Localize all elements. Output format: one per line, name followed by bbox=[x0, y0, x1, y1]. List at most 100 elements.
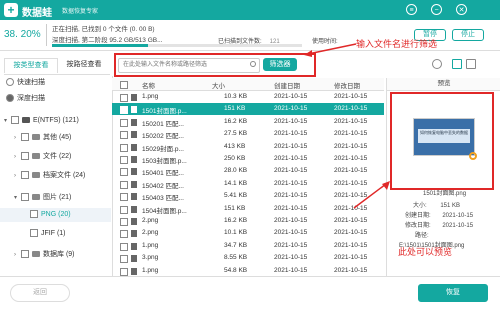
row-checkbox[interactable] bbox=[120, 94, 128, 102]
app-subtitle: 数据恢复专家 bbox=[62, 9, 99, 15]
file-icon bbox=[131, 94, 137, 101]
table-row[interactable]: 1.png 54.8 KB 2021-10-15 2021-10-15 bbox=[112, 265, 384, 277]
row-checkbox[interactable] bbox=[120, 168, 128, 177]
stop-button[interactable]: 停止 bbox=[452, 29, 484, 41]
tab-by-path[interactable]: 按路径查看 bbox=[58, 58, 110, 72]
expand-icon[interactable]: ▾ bbox=[14, 191, 21, 205]
row-checkbox[interactable] bbox=[120, 156, 128, 164]
app-logo-icon: + bbox=[4, 3, 18, 17]
table-row[interactable]: 150202 匹配... 27.5 KB 2021-10-15 2021-10-15 bbox=[112, 128, 384, 140]
minimize-icon[interactable]: − bbox=[431, 4, 442, 15]
preview-path-label: 路径: bbox=[415, 233, 429, 239]
row-checkbox[interactable] bbox=[120, 106, 128, 115]
table-row[interactable]: 2.png 16.2 KB 2021-10-15 2021-10-15 bbox=[112, 215, 384, 227]
folder-icon bbox=[32, 172, 40, 179]
tree-item-deep-scan[interactable]: 深度扫描 bbox=[6, 92, 45, 106]
column-created[interactable]: 创建日期 bbox=[274, 80, 300, 90]
row-checkbox[interactable] bbox=[120, 205, 128, 214]
close-icon[interactable]: ✕ bbox=[456, 4, 467, 15]
row-checkbox[interactable] bbox=[120, 230, 128, 239]
select-all-checkbox[interactable] bbox=[120, 81, 128, 89]
table-row[interactable]: 15029封面.p... 413 KB 2021-10-15 2021-10-15 bbox=[112, 141, 384, 153]
row-checkbox[interactable] bbox=[120, 143, 128, 152]
checkbox[interactable] bbox=[11, 116, 19, 125]
table-row[interactable]: 1504封面图.p... 151 KB 2021-10-15 2021-10-15 bbox=[112, 203, 384, 215]
tree-item-images[interactable]: ▾ 图片 (21) bbox=[14, 191, 71, 205]
table-row[interactable]: 1.png 10.3 KB 2021-10-15 2021-10-15 bbox=[112, 91, 384, 103]
checkbox[interactable] bbox=[30, 210, 38, 219]
back-button[interactable]: 返回 bbox=[10, 284, 70, 302]
table-row[interactable]: 1.png 34.7 KB 2021-10-15 2021-10-15 bbox=[112, 240, 384, 252]
table-row[interactable]: 150402 匹配... 14.1 KB 2021-10-15 2021-10-15 bbox=[112, 178, 384, 190]
tree-item-png[interactable]: PNG (20) bbox=[0, 208, 111, 222]
row-checkbox[interactable] bbox=[120, 255, 128, 264]
eye-icon[interactable] bbox=[432, 59, 442, 69]
row-created: 2021-10-15 bbox=[274, 117, 308, 125]
grid-view-icon[interactable] bbox=[452, 59, 462, 69]
expand-icon[interactable]: › bbox=[14, 169, 21, 183]
recover-button[interactable]: 恢复 bbox=[418, 284, 488, 302]
list-view-icon[interactable] bbox=[466, 59, 476, 69]
table-row[interactable]: 1501封面图.p... 151 KB 2021-10-15 2021-10-15 bbox=[112, 103, 384, 116]
tree-item-documents[interactable]: › 文件 (22) bbox=[14, 150, 71, 164]
table-row[interactable]: 150401 匹配... 28.0 KB 2021-10-15 2021-10-15 bbox=[112, 165, 384, 177]
table-row[interactable]: 150403 匹配... 5.41 KB 2021-10-15 2021-10-15 bbox=[112, 190, 384, 202]
tree-item-quick-scan[interactable]: 快速扫描 bbox=[6, 76, 45, 90]
checkbox[interactable] bbox=[21, 193, 29, 202]
tree-item-drive[interactable]: ▾ E(NTFS) (121) bbox=[4, 114, 79, 128]
found-label: 已扫描到文件数: bbox=[218, 39, 262, 45]
row-modified: 2021-10-15 bbox=[334, 167, 368, 175]
preview-title: 预览 bbox=[387, 78, 500, 91]
checkbox[interactable] bbox=[21, 152, 29, 161]
table-row[interactable]: 150201 匹配... 16.2 KB 2021-10-15 2021-10-15 bbox=[112, 116, 384, 128]
table-row[interactable]: 1503封面图.p... 250 KB 2021-10-15 2021-10-15 bbox=[112, 153, 384, 165]
tree-label: 档案文件 (24) bbox=[43, 172, 86, 179]
row-checkbox[interactable] bbox=[120, 180, 128, 189]
expand-icon[interactable]: › bbox=[14, 150, 21, 164]
found-number: 121 bbox=[269, 39, 280, 45]
checkbox[interactable] bbox=[30, 229, 38, 238]
tree-item-jfif[interactable]: JFIF (1) bbox=[30, 227, 66, 241]
modified-value: 2021-10-15 bbox=[442, 223, 474, 229]
tree-label: JFIF (1) bbox=[41, 230, 66, 237]
tab-by-type[interactable]: 按类型查看 bbox=[4, 58, 58, 73]
column-modified[interactable]: 修改日期 bbox=[334, 80, 360, 90]
menu-icon[interactable]: ≡ bbox=[406, 4, 417, 15]
tree-item-archives[interactable]: › 档案文件 (24) bbox=[14, 169, 85, 183]
row-checkbox[interactable] bbox=[120, 118, 128, 127]
row-name: 2.png bbox=[142, 217, 159, 224]
row-checkbox[interactable] bbox=[120, 193, 128, 202]
row-modified: 2021-10-15 bbox=[334, 117, 368, 125]
column-name[interactable]: 名称 bbox=[142, 80, 155, 90]
row-size: 14.1 KB bbox=[224, 179, 248, 187]
size-value: 151 KB bbox=[440, 203, 461, 209]
tree-item-database[interactable]: › 数据库 (9) bbox=[14, 248, 75, 262]
table-row[interactable]: 2.png 10.1 KB 2021-10-15 2021-10-15 bbox=[112, 227, 384, 239]
file-icon bbox=[131, 193, 137, 201]
row-name: 150402 匹配... bbox=[142, 182, 184, 190]
row-size: 27.5 KB bbox=[224, 130, 248, 138]
category-tree: 快速扫描 深度扫描 ▾ E(NTFS) (121) › 其他 (45) › 文件 (2… bbox=[0, 76, 113, 286]
checkbox[interactable] bbox=[21, 250, 29, 259]
table-row[interactable]: 3.png 8.55 KB 2021-10-15 2021-10-15 bbox=[112, 252, 384, 264]
row-checkbox[interactable] bbox=[120, 267, 128, 276]
checkbox[interactable] bbox=[21, 171, 29, 180]
row-checkbox[interactable] bbox=[120, 131, 128, 140]
expand-icon[interactable]: › bbox=[14, 248, 21, 262]
file-icon bbox=[131, 255, 137, 263]
column-size[interactable]: 大小 bbox=[212, 80, 225, 90]
checkbox[interactable] bbox=[21, 133, 29, 142]
expand-icon[interactable]: › bbox=[14, 131, 21, 145]
row-checkbox[interactable] bbox=[120, 242, 128, 251]
row-created: 2021-10-15 bbox=[274, 217, 308, 224]
expand-icon[interactable]: ▾ bbox=[4, 114, 11, 128]
row-created: 2021-10-15 bbox=[274, 254, 308, 262]
modified-label: 修改日期: bbox=[405, 223, 431, 229]
row-name: 150403 匹配... bbox=[142, 195, 184, 203]
row-name: 2.png bbox=[142, 229, 159, 237]
row-checkbox[interactable] bbox=[120, 218, 128, 226]
row-modified: 2021-10-15 bbox=[334, 229, 368, 237]
tree-item-other[interactable]: › 其他 (45) bbox=[14, 131, 71, 145]
tree-label: 文件 (22) bbox=[43, 153, 72, 160]
file-icon bbox=[131, 230, 137, 238]
